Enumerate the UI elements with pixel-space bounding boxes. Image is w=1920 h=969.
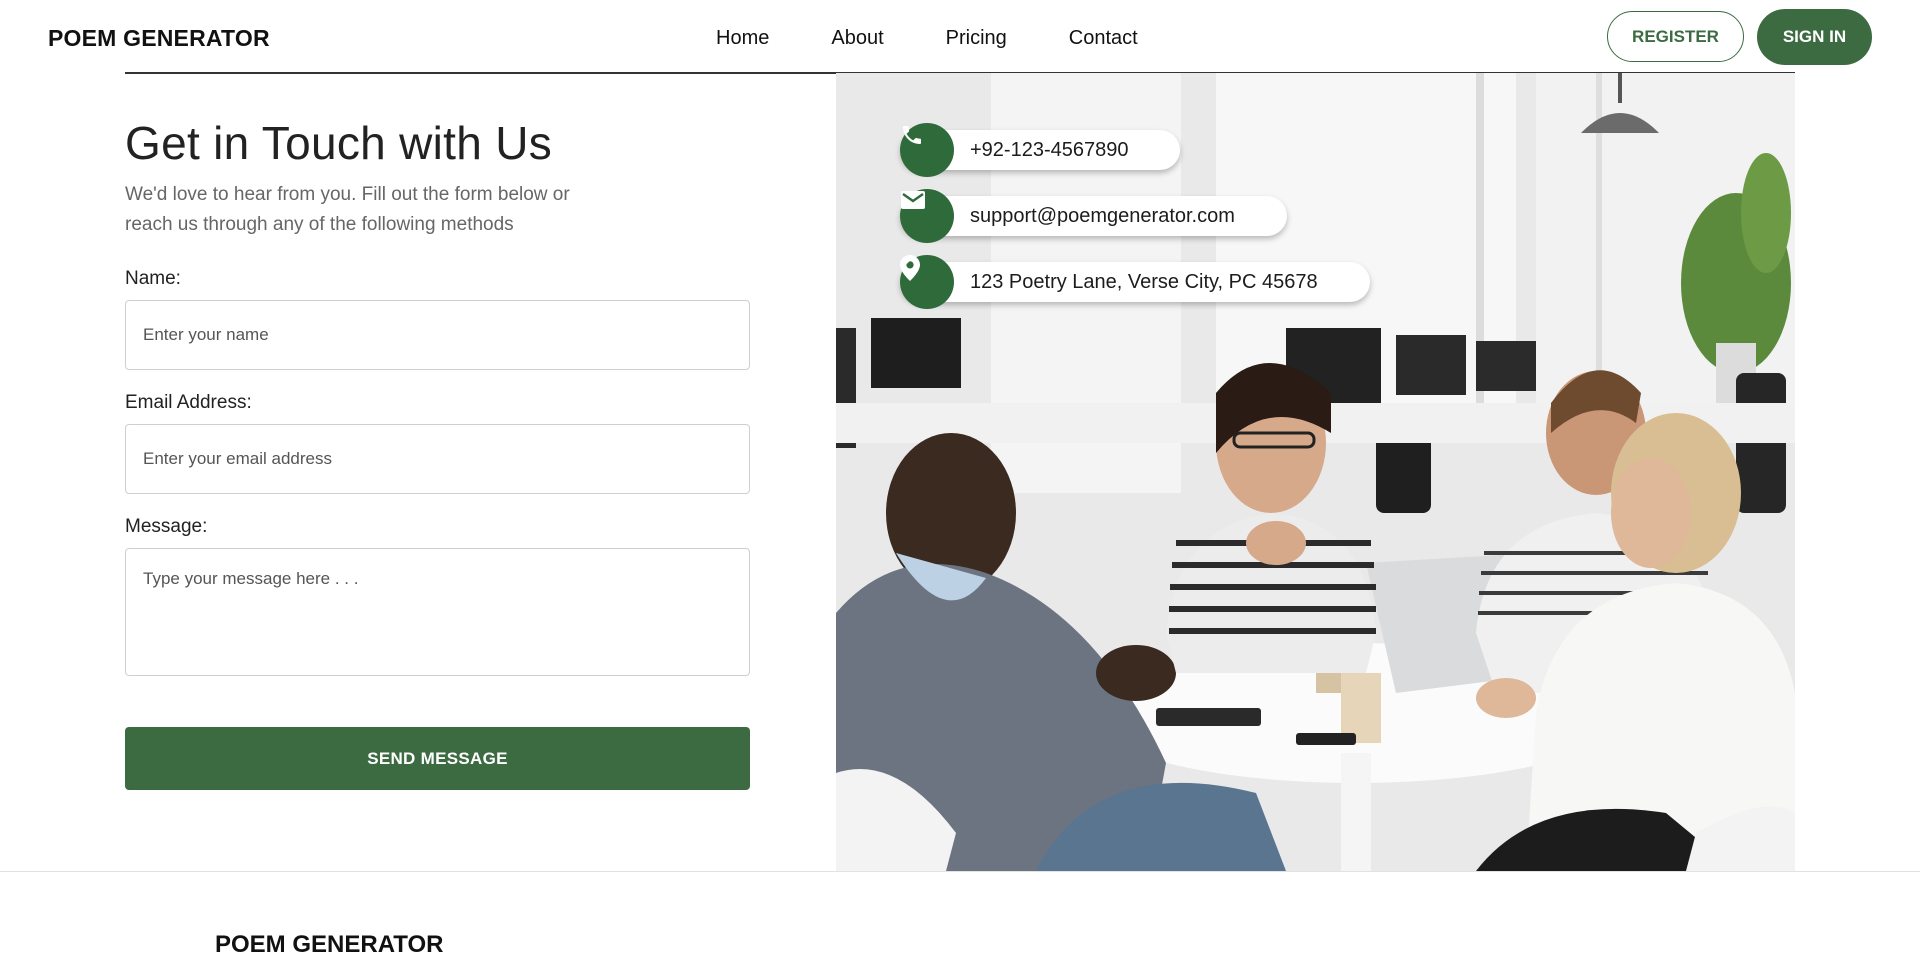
office-scene-illustration <box>836 73 1795 871</box>
sign-in-button[interactable]: SIGN IN <box>1757 9 1872 65</box>
register-button[interactable]: REGISTER <box>1607 11 1744 62</box>
phone-icon <box>900 123 954 177</box>
message-textarea[interactable] <box>125 548 750 676</box>
site-logo[interactable]: POEM GENERATOR <box>48 25 270 52</box>
contact-phone-text: +92-123-4567890 <box>970 138 1129 161</box>
contact-email[interactable]: support@poemgenerator.com <box>900 196 1287 236</box>
nav-contact[interactable]: Contact <box>1069 27 1138 50</box>
location-pin-icon <box>900 255 954 309</box>
nav-home[interactable]: Home <box>716 27 769 50</box>
contact-email-text: support@poemgenerator.com <box>970 204 1235 227</box>
contact-form: Get in Touch with Us We'd love to hear f… <box>125 100 750 790</box>
office-team-photo: +92-123-4567890 support@poemgenerator.co… <box>836 73 1795 871</box>
site-header: POEM GENERATOR Home About Pricing Contac… <box>0 0 1920 73</box>
nav-about[interactable]: About <box>831 27 883 50</box>
contact-address-text: 123 Poetry Lane, Verse City, PC 45678 <box>970 270 1318 293</box>
email-input[interactable] <box>125 424 750 494</box>
mail-icon <box>900 189 954 243</box>
footer-logo[interactable]: POEM GENERATOR <box>215 931 443 959</box>
message-label: Message: <box>125 516 208 537</box>
contact-address[interactable]: 123 Poetry Lane, Verse City, PC 45678 <box>900 262 1370 302</box>
page-subtitle: We'd love to hear from you. Fill out the… <box>125 184 570 235</box>
name-input[interactable] <box>125 300 750 370</box>
main-nav: Home About Pricing Contact <box>716 27 1138 50</box>
nav-pricing[interactable]: Pricing <box>946 27 1007 50</box>
name-label: Name: <box>125 268 181 289</box>
email-label: Email Address: <box>125 392 252 413</box>
page-title: Get in Touch with Us <box>125 117 553 169</box>
footer-divider <box>0 871 1920 872</box>
send-message-button[interactable]: SEND MESSAGE <box>125 727 750 790</box>
